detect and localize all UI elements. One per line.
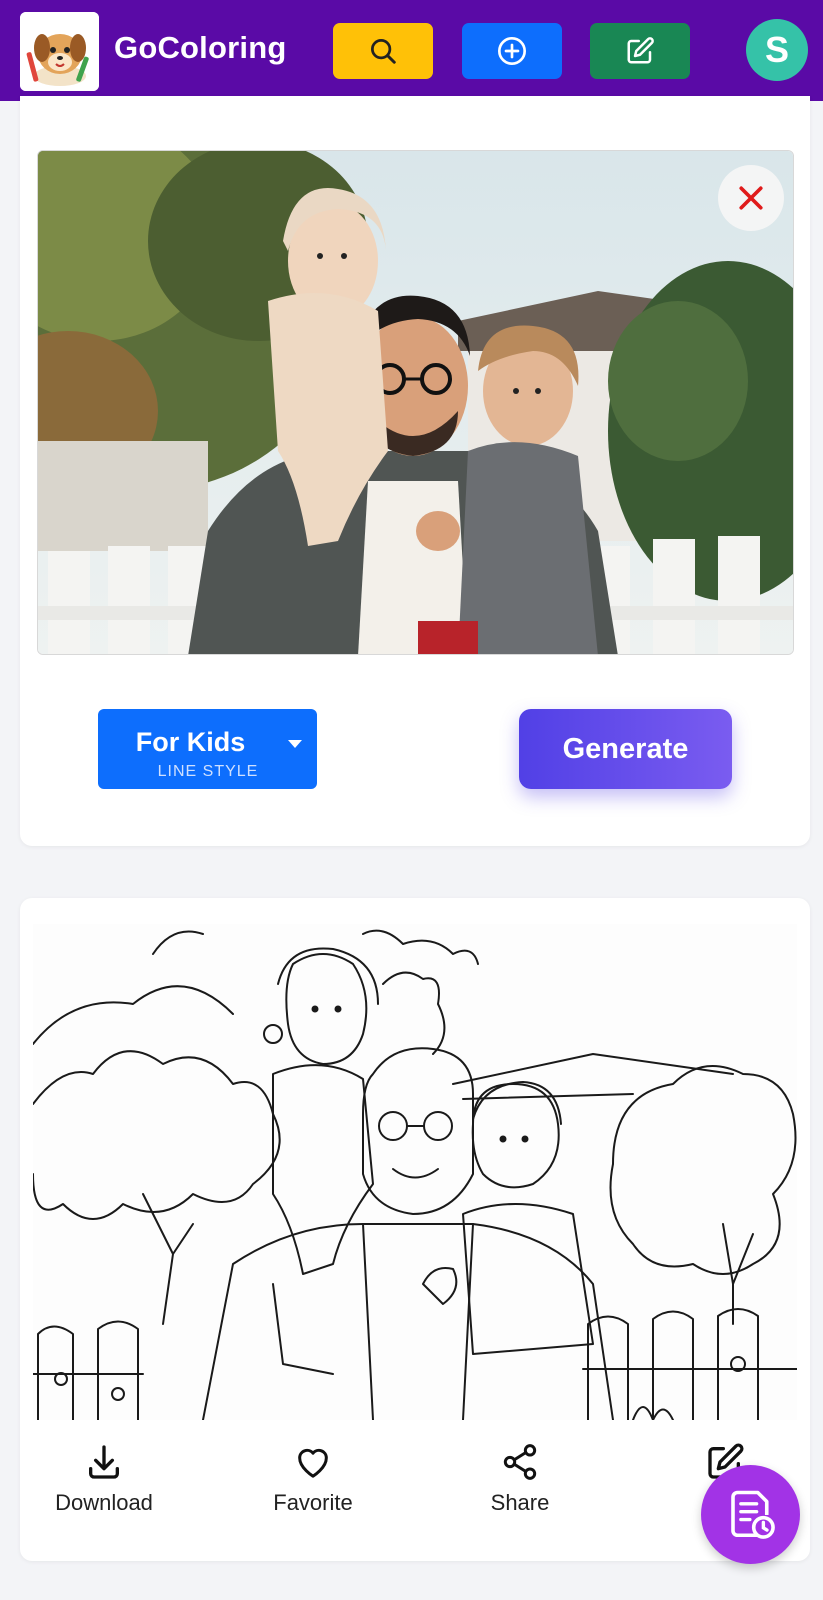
download-label: Download [55, 1490, 153, 1515]
search-button[interactable] [333, 23, 433, 79]
puppy-logo-icon [20, 12, 99, 91]
app-brand-name[interactable]: GoColoring [114, 30, 286, 66]
plus-circle-icon [498, 37, 526, 65]
app-logo[interactable] [20, 12, 99, 91]
history-document-icon [730, 1490, 775, 1539]
heart-icon [298, 1448, 328, 1478]
chevron-down-icon [288, 740, 302, 748]
history-fab-button[interactable] [701, 1465, 800, 1564]
favorite-label: Favorite [273, 1490, 353, 1515]
line-style-value: For Kids [135, 727, 246, 757]
share-icon [503, 1444, 537, 1480]
download-action[interactable]: Download [29, 1442, 179, 1522]
download-icon [89, 1445, 120, 1479]
uploaded-photo [37, 150, 794, 655]
edit-button[interactable] [590, 23, 690, 79]
remove-photo-button[interactable] [718, 165, 784, 231]
top-navbar: GoColoring S [0, 0, 823, 101]
generate-button[interactable]: Generate [519, 709, 732, 789]
user-avatar[interactable]: S [746, 19, 808, 81]
search-icon [371, 39, 396, 64]
line-style-dropdown[interactable]: For Kids LINE STYLE [98, 709, 317, 789]
favorite-action[interactable]: Favorite [238, 1442, 388, 1522]
coloring-page-lineart [33, 924, 797, 1420]
line-style-caption: LINE STYLE [157, 763, 259, 780]
share-action[interactable]: Share [445, 1442, 595, 1522]
close-icon [739, 186, 763, 210]
share-label: Share [490, 1490, 550, 1515]
create-button[interactable] [462, 23, 562, 79]
pencil-square-icon [627, 37, 654, 64]
family-photo [38, 151, 793, 654]
coloring-page-image [33, 924, 797, 1420]
